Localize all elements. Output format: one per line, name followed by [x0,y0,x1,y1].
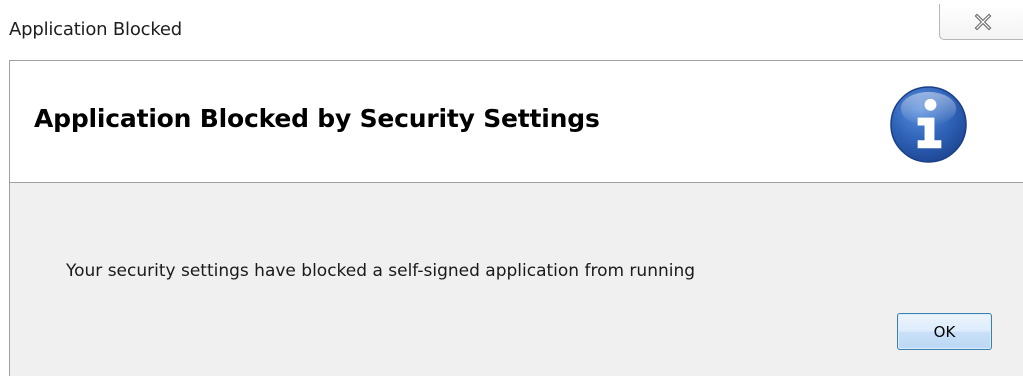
dialog-message: Your security settings have blocked a se… [66,261,696,281]
window-title: Application Blocked [9,19,183,40]
close-button[interactable] [939,4,1023,40]
dialog-body: Application Blocked by Security Settings [9,60,1023,376]
close-icon [974,13,992,31]
title-bar: Application Blocked [0,0,1023,56]
dialog-window: Application Blocked Application Blocked … [0,0,1023,376]
info-icon [890,86,967,163]
dialog-header: Application Blocked by Security Settings [10,61,1023,183]
dialog-heading: Application Blocked by Security Settings [34,104,600,133]
ok-button[interactable]: OK [897,313,992,350]
